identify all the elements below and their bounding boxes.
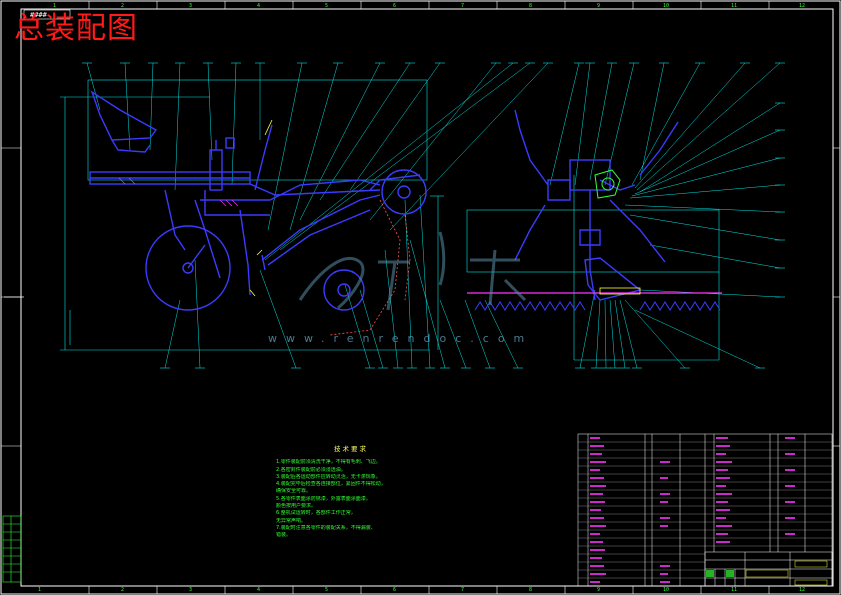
zone-label-bottom: 3 [189, 587, 193, 593]
title-block [704, 551, 833, 587]
zone-label-bottom: 5 [325, 587, 329, 593]
parts-list-text-marks [590, 437, 795, 583]
zone-label-bottom: 9 [597, 587, 601, 593]
zone-label: 3 [189, 3, 193, 9]
revision-strip [2, 515, 22, 583]
zone-label-bottom: 6 [393, 587, 397, 593]
requirement-line: 无异常声响。 [276, 517, 307, 524]
requirement-line: 确保安全可靠。 [276, 488, 312, 495]
side-view-balloon-marks [82, 62, 553, 369]
requirement-line: 4.装配完毕后检查各连接部位，紧固件不得松动， [276, 481, 386, 488]
front-view-balloon-marks [574, 62, 785, 369]
zone-label-bottom: 8 [529, 587, 533, 593]
zone-label-bottom: 7 [461, 587, 465, 593]
requirement-line: 6.整机试运转时，各部件工作正常， [276, 510, 356, 517]
zone-label-bottom: 4 [257, 587, 261, 593]
drawing-title: 总装配图 [14, 11, 138, 46]
zone-label: 4 [257, 3, 261, 9]
zone-label: 2 [121, 3, 125, 9]
zone-label-bottom: 12 [799, 587, 806, 593]
zone-label: 1 [53, 3, 57, 9]
zone-label: 9 [597, 3, 601, 9]
requirement-line: 颜色按用户要求。 [276, 503, 317, 510]
title-block-fill [706, 560, 828, 586]
technical-requirements: 技术要求 1.零件装配前须清洗干净，不得有毛刺、飞边。 2.各密封件装配前必须浸… [276, 445, 426, 540]
side-view-accents [249, 119, 273, 297]
zone-label: 6 [393, 3, 397, 9]
requirement-line: 3.装配后各运动部件应转动灵活，无卡滞现象。 [276, 473, 381, 480]
side-view-chain [329, 199, 411, 336]
zone-label-bottom: 10 [663, 587, 670, 593]
requirement-line: 7.装配时注意各零件的装配关系，不得漏装、 [276, 524, 376, 531]
side-view-hatch [118, 177, 239, 207]
zone-label-bottom: 1 [38, 587, 42, 593]
zone-label-bottom: 2 [121, 587, 125, 593]
side-view-leaders [86, 62, 549, 369]
zone-label-bottom: 11 [731, 587, 738, 593]
technical-requirements-heading: 技术要求 [334, 445, 368, 453]
zone-label: 12 [799, 3, 806, 9]
watermark-emblem [298, 231, 527, 311]
zone-label: 5 [325, 3, 329, 9]
requirement-line: 错装。 [276, 532, 292, 539]
watermark-text: www.renrendoc.com [268, 332, 534, 345]
requirement-line: 5.各零件表面涂防锈漆，外露表面涂面漆。 [276, 495, 371, 502]
zone-label: 10 [663, 3, 670, 9]
front-view-leaders [549, 62, 781, 369]
front-view-machine [514, 109, 679, 301]
zone-label: 7 [461, 3, 465, 9]
zone-label: 11 [731, 3, 738, 9]
zone-label: 8 [529, 3, 533, 9]
side-view-machine [89, 90, 427, 311]
requirement-line: 1.零件装配前须清洗干净，不得有毛刺、飞边。 [276, 459, 381, 466]
requirement-line: 2.各密封件装配前必须浸透油。 [276, 466, 346, 473]
